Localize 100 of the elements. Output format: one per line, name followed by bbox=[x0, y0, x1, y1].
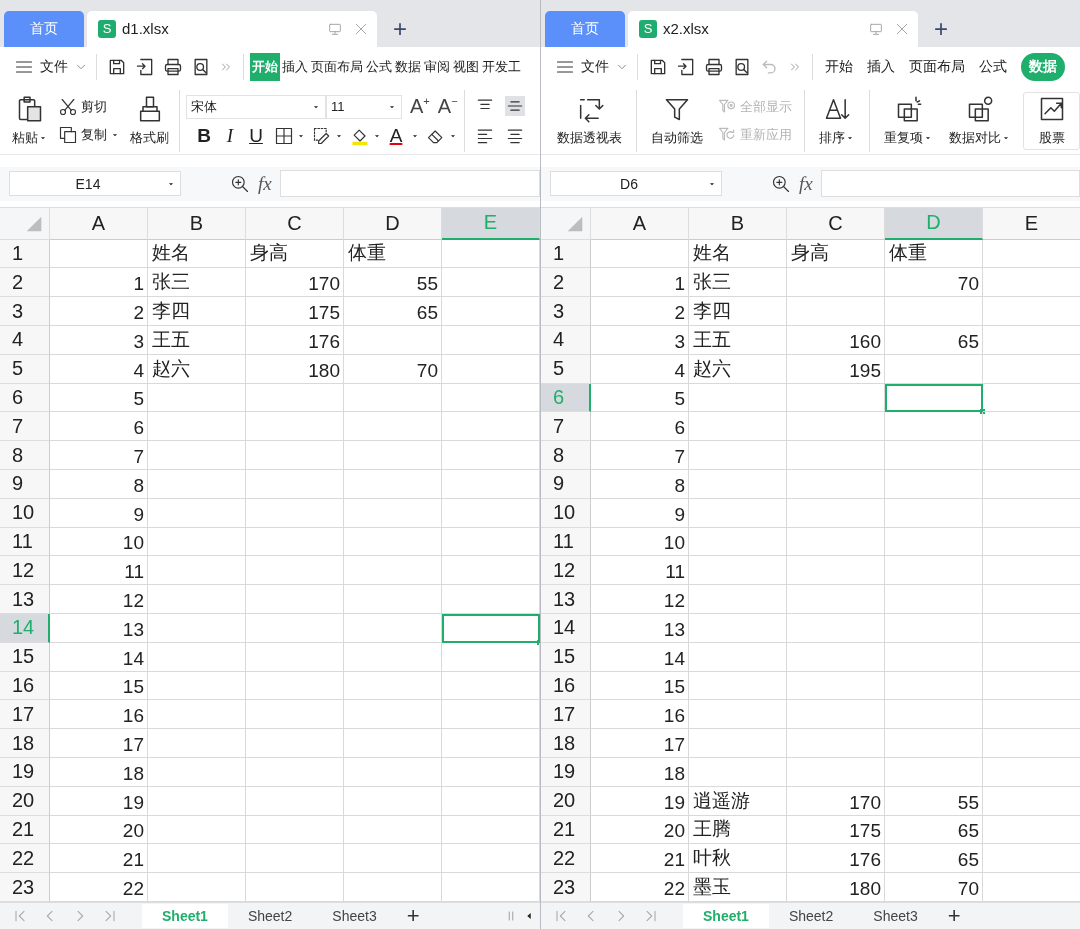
ribbon-tab[interactable]: 插入 bbox=[867, 58, 895, 77]
ribbon-button[interactable]: 数据对比 bbox=[945, 87, 1015, 154]
sheet-tab[interactable]: Sheet3 bbox=[312, 904, 397, 928]
row-header[interactable]: 13 bbox=[0, 585, 50, 615]
borders-icon[interactable] bbox=[274, 125, 294, 146]
bold-button[interactable]: B bbox=[192, 124, 216, 147]
row-header[interactable]: 8 bbox=[541, 441, 591, 471]
row-header[interactable]: 6 bbox=[0, 383, 50, 413]
row-header[interactable]: 11 bbox=[0, 527, 50, 557]
ribbon-tab[interactable]: 公式 bbox=[979, 58, 1007, 77]
row-header[interactable]: 4 bbox=[0, 326, 50, 355]
row-header[interactable]: 13 bbox=[541, 585, 591, 615]
row-header[interactable]: 9 bbox=[0, 470, 50, 499]
ribbon-tab[interactable]: 公式 bbox=[365, 55, 393, 80]
file-menu[interactable]: 文件 bbox=[40, 58, 68, 77]
sheet-tab[interactable]: Sheet2 bbox=[768, 904, 854, 928]
paste-button[interactable]: 粘贴 bbox=[8, 87, 52, 154]
sheet-tab[interactable]: Sheet3 bbox=[853, 904, 938, 928]
ribbon-tab[interactable]: 开发工 bbox=[481, 55, 522, 80]
column-header[interactable]: A bbox=[591, 207, 689, 240]
row-header[interactable]: 16 bbox=[541, 671, 591, 701]
name-box[interactable]: E14 bbox=[9, 171, 181, 197]
row-header[interactable]: 5 bbox=[0, 354, 50, 384]
row-header[interactable]: 2 bbox=[0, 268, 50, 298]
row-header[interactable]: 17 bbox=[0, 700, 50, 730]
row-header[interactable]: 7 bbox=[541, 412, 591, 442]
shrink-font-button[interactable]: A$^{−}$ bbox=[437, 95, 458, 119]
name-box[interactable]: D6 bbox=[550, 171, 722, 197]
underline-button[interactable]: U bbox=[244, 124, 268, 147]
row-header[interactable]: 1 bbox=[541, 239, 591, 269]
grow-font-button[interactable]: A$^{+}$ bbox=[410, 95, 430, 119]
file-menu[interactable]: 文件 bbox=[581, 58, 609, 77]
function-label[interactable]: fx bbox=[799, 172, 813, 195]
ribbon-tab[interactable]: 插入 bbox=[281, 55, 309, 80]
cut-button[interactable]: 剪切 bbox=[58, 96, 120, 117]
row-header[interactable]: 8 bbox=[0, 441, 50, 471]
ribbon-tab[interactable]: 审阅 bbox=[423, 55, 451, 80]
row-header[interactable]: 3 bbox=[0, 297, 50, 327]
add-sheet-button[interactable]: + bbox=[947, 903, 961, 929]
row-header[interactable]: 10 bbox=[0, 498, 50, 528]
row-header[interactable]: 20 bbox=[0, 786, 50, 816]
row-header[interactable]: 23 bbox=[0, 873, 50, 902]
ribbon-button[interactable]: 自动筛选 bbox=[647, 87, 707, 154]
row-header[interactable]: 16 bbox=[0, 671, 50, 701]
font-size-field[interactable]: 11 bbox=[326, 94, 402, 119]
row-header[interactable]: 17 bbox=[541, 700, 591, 730]
export-icon[interactable] bbox=[135, 57, 155, 78]
sheet-tab[interactable]: Sheet2 bbox=[227, 904, 313, 928]
column-header[interactable]: C bbox=[787, 207, 885, 240]
row-header[interactable]: 19 bbox=[541, 758, 591, 787]
row-header[interactable]: 22 bbox=[541, 844, 591, 874]
ribbon-button[interactable]: 数据透视表 bbox=[553, 87, 626, 154]
row-header[interactable]: 18 bbox=[541, 729, 591, 758]
print-icon[interactable] bbox=[704, 57, 724, 78]
copy-button[interactable]: 复制 bbox=[58, 124, 120, 145]
ribbon-tab[interactable]: 数据 bbox=[394, 55, 422, 80]
row-header[interactable]: 15 bbox=[0, 642, 50, 672]
row-header[interactable]: 22 bbox=[0, 844, 50, 874]
align-middle-icon[interactable] bbox=[505, 95, 525, 116]
row-header[interactable]: 3 bbox=[541, 297, 591, 327]
ribbon-button[interactable]: 重复项 bbox=[880, 87, 937, 154]
formula-input[interactable] bbox=[820, 170, 1080, 198]
italic-button[interactable]: I bbox=[218, 124, 242, 147]
format-painter-button[interactable]: 格式刷 bbox=[126, 87, 173, 154]
row-header[interactable]: 15 bbox=[541, 642, 591, 672]
ribbon-tab[interactable]: 页面布局 bbox=[909, 58, 965, 77]
column-header[interactable]: B bbox=[148, 207, 246, 240]
font-field[interactable]: 宋体 bbox=[186, 94, 326, 119]
row-header[interactable]: 11 bbox=[541, 527, 591, 557]
row-header[interactable]: 23 bbox=[541, 873, 591, 902]
new-tab-button[interactable]: + bbox=[393, 14, 407, 43]
row-header[interactable]: 12 bbox=[0, 556, 50, 586]
column-header[interactable]: E bbox=[983, 207, 1080, 240]
column-header[interactable]: A bbox=[50, 207, 148, 240]
export-icon[interactable] bbox=[676, 57, 696, 78]
zoom-icon[interactable] bbox=[771, 173, 791, 194]
row-header[interactable]: 10 bbox=[541, 498, 591, 528]
row-header[interactable]: 18 bbox=[0, 729, 50, 758]
function-label[interactable]: fx bbox=[258, 172, 272, 195]
column-header[interactable]: B bbox=[689, 207, 787, 240]
row-header[interactable]: 21 bbox=[0, 815, 50, 845]
row-header[interactable]: 4 bbox=[541, 326, 591, 355]
ribbon-tab[interactable]: 页面布局 bbox=[310, 55, 364, 80]
font-color-button[interactable]: A bbox=[384, 124, 408, 147]
cell-format-icon[interactable] bbox=[312, 125, 332, 146]
row-header[interactable]: 21 bbox=[541, 815, 591, 845]
row-header[interactable]: 1 bbox=[0, 239, 50, 269]
ribbon-button[interactable]: 股票 bbox=[1023, 91, 1080, 150]
ribbon-button[interactable]: 排序 bbox=[815, 87, 859, 154]
row-header[interactable]: 20 bbox=[541, 786, 591, 816]
ribbon-tab[interactable]: 开始 bbox=[825, 58, 853, 77]
row-header[interactable]: 5 bbox=[541, 354, 591, 384]
row-header[interactable]: 14 bbox=[541, 614, 591, 643]
column-header[interactable]: D bbox=[344, 207, 442, 240]
ribbon-tab[interactable]: 视图 bbox=[452, 55, 480, 80]
row-header[interactable]: 19 bbox=[0, 758, 50, 787]
row-header[interactable]: 9 bbox=[541, 470, 591, 499]
column-header[interactable]: C bbox=[246, 207, 344, 240]
print-icon[interactable] bbox=[163, 57, 183, 78]
formula-input[interactable] bbox=[279, 170, 540, 198]
